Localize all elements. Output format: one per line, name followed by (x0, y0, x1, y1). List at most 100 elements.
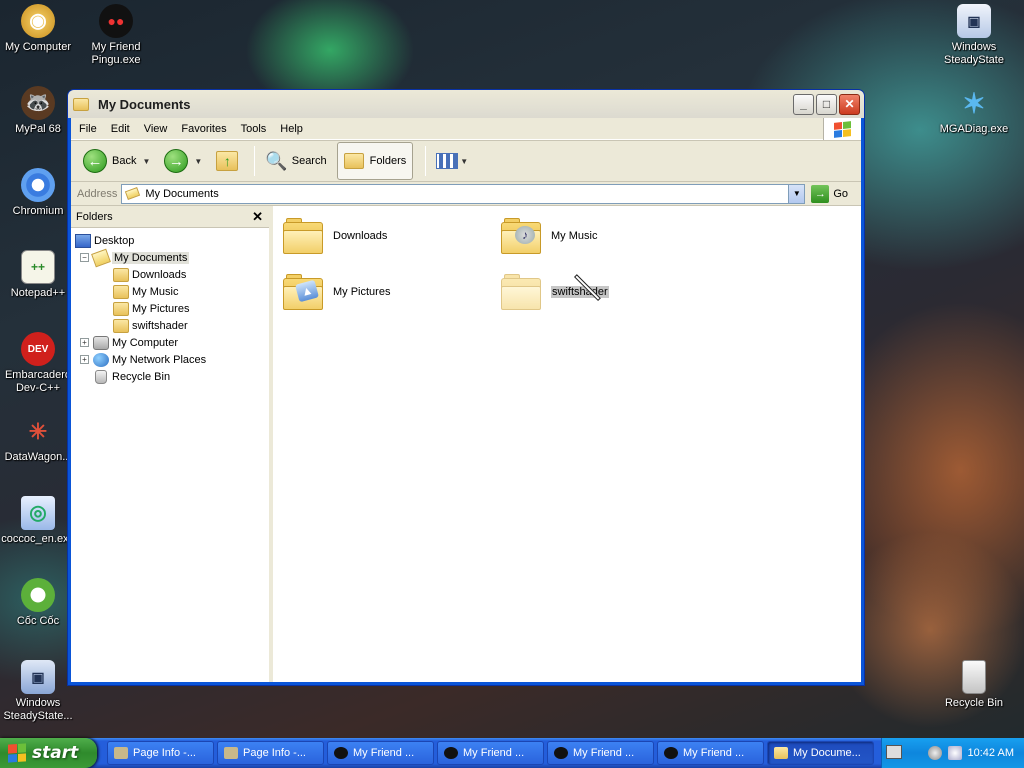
tree-item-my-documents[interactable]: − My Documents (71, 248, 269, 267)
address-label: Address (77, 187, 118, 200)
folder-contents: Downloads ♪ My Music ▲ My Pictures swift… (273, 206, 861, 682)
menu-bar: File Edit View Favorites Tools Help (71, 118, 861, 140)
go-label: Go (833, 187, 849, 200)
desktop-icon-steadystate-left[interactable]: ▣ Windows SteadyState... (0, 660, 76, 723)
window-title: My Documents (98, 96, 191, 112)
pingu-icon (334, 747, 348, 759)
search-icon: 🔍 (265, 150, 288, 171)
task-button[interactable]: My Friend ... (657, 741, 764, 765)
desktop-icon-my-computer[interactable]: ◉ My Computer (0, 4, 76, 54)
tree-item-label: My Network Places (112, 353, 207, 366)
desktop-icon-label: Embarcadero Dev-C++ (4, 369, 72, 394)
collapse-icon[interactable]: − (80, 253, 89, 262)
menu-tools[interactable]: Tools (241, 123, 267, 135)
desktop-icon-devcpp[interactable]: DEV Embarcadero Dev-C++ (0, 332, 76, 395)
chevron-down-icon[interactable]: ▼ (460, 157, 468, 166)
toolbar-separator (254, 146, 256, 176)
task-button[interactable]: My Friend ... (327, 741, 434, 765)
desktop-icon-recycle-bin[interactable]: Recycle Bin (936, 660, 1012, 710)
folders-pane-header: Folders ✕ (71, 206, 269, 228)
task-label: Page Info -... (133, 747, 196, 759)
minimize-button[interactable]: _ (793, 93, 814, 115)
menu-favorites[interactable]: Favorites (181, 123, 226, 135)
chevron-down-icon[interactable]: ▼ (142, 157, 150, 166)
search-button[interactable]: 🔍 Search (261, 143, 330, 179)
music-folder-icon: ♪ (501, 218, 541, 254)
back-button[interactable]: ← Back ▼ (79, 143, 154, 179)
pingu-icon: ●● (99, 4, 133, 38)
window-titlebar[interactable]: My Documents _ □ ✕ (68, 90, 864, 118)
shield-icon[interactable] (927, 746, 942, 760)
expand-icon[interactable]: + (80, 355, 89, 364)
folders-button[interactable]: Folders (336, 142, 414, 180)
tree-item-my-pictures[interactable]: My Pictures (71, 300, 269, 317)
desktop-icon-coccoc-installer[interactable]: ◎ coccoc_en.exe (0, 496, 76, 546)
datawagon-icon: ✳ (28, 418, 48, 444)
keyboard-icon[interactable] (886, 745, 902, 759)
task-button-active[interactable]: My Docume... (767, 741, 874, 765)
tree-item-my-computer[interactable]: + My Computer (71, 334, 269, 351)
tree-item-label: My Documents (112, 251, 190, 264)
tree-item-swiftshader[interactable]: swiftshader (71, 317, 269, 334)
task-label: Page Info -... (243, 747, 306, 759)
task-button[interactable]: Page Info -... (107, 741, 214, 765)
desktop-icon-steadystate-right[interactable]: ▣ Windows SteadyState (936, 4, 1012, 67)
chevron-down-icon[interactable]: ▼ (788, 184, 805, 203)
chevron-down-icon[interactable]: ▼ (194, 157, 202, 166)
address-input[interactable]: My Documents ▼ (121, 183, 806, 204)
desktop-icon-datawagon[interactable]: ✳ DataWagon... (0, 414, 76, 464)
clock[interactable]: 10:42 AM (968, 747, 1014, 759)
tree-item-label: My Music (132, 285, 179, 298)
start-button[interactable]: start (0, 738, 97, 768)
go-arrow-icon: → (811, 184, 830, 203)
tree-item-label: swiftshader (132, 319, 188, 332)
menu-help[interactable]: Help (280, 123, 303, 135)
tree-item-label: My Computer (112, 336, 179, 349)
tree-item-my-network-places[interactable]: + My Network Places (71, 351, 269, 368)
desktop-icon-label: My Friend Pingu.exe (91, 41, 141, 66)
up-button[interactable]: ↑ (212, 143, 242, 179)
task-label: My Friend ... (463, 747, 525, 759)
speaker-icon[interactable] (947, 746, 962, 760)
task-button[interactable]: Page Info -... (217, 741, 324, 765)
maximize-button[interactable]: □ (816, 93, 837, 115)
tree-item-desktop[interactable]: Desktop (71, 232, 269, 249)
page-info-icon (114, 747, 128, 759)
folder-item-my-pictures[interactable]: ▲ My Pictures (283, 274, 390, 310)
go-button[interactable]: → Go (811, 184, 849, 203)
tree-item-downloads[interactable]: Downloads (71, 266, 269, 283)
desktop-icon-notepad-plus[interactable]: ++ Notepad++ (0, 250, 76, 300)
steadystate-icon: ▣ (957, 4, 991, 38)
windows-logo-icon (823, 118, 861, 140)
desktop-icon-chromium[interactable]: Chromium (0, 168, 76, 218)
tree-item-recycle-bin[interactable]: Recycle Bin (71, 368, 269, 385)
views-button[interactable]: ▼ (432, 143, 472, 179)
pingu-icon (664, 747, 678, 759)
coccoc-icon (21, 578, 55, 612)
music-folder-icon (113, 284, 129, 299)
folders-icon (343, 153, 364, 169)
forward-button[interactable]: → ▼ (160, 143, 206, 179)
close-button[interactable]: ✕ (839, 93, 860, 115)
menu-view[interactable]: View (144, 123, 168, 135)
desktop-icon-label: coccoc_en.exe (1, 533, 75, 545)
tree-item-my-music[interactable]: My Music (71, 283, 269, 300)
folder-item-label: Downloads (333, 230, 388, 242)
folder-item-my-music[interactable]: ♪ My Music (501, 218, 597, 254)
address-bar: Address My Documents ▼ → Go (71, 182, 861, 206)
desktop-icon-pingu[interactable]: ●● My Friend Pingu.exe (78, 4, 154, 67)
desktop-icon-label: Notepad++ (10, 287, 66, 299)
task-button[interactable]: My Friend ... (437, 741, 544, 765)
close-pane-icon[interactable]: ✕ (252, 209, 263, 225)
tree-item-label: Recycle Bin (112, 370, 171, 383)
menu-file[interactable]: File (79, 123, 97, 135)
desktop-icon-mgadiag[interactable]: ✶ MGADiag.exe (936, 86, 1012, 136)
folder-item-label: My Pictures (333, 286, 391, 298)
desktop-icon (75, 233, 91, 248)
folder-item-downloads[interactable]: Downloads (283, 218, 387, 254)
task-button[interactable]: My Friend ... (547, 741, 654, 765)
menu-edit[interactable]: Edit (111, 123, 130, 135)
desktop-icon-mypal[interactable]: 🦝 MyPal 68 (0, 86, 76, 136)
expand-icon[interactable]: + (80, 338, 89, 347)
desktop-icon-coccoc[interactable]: Cốc Cốc (0, 578, 76, 628)
